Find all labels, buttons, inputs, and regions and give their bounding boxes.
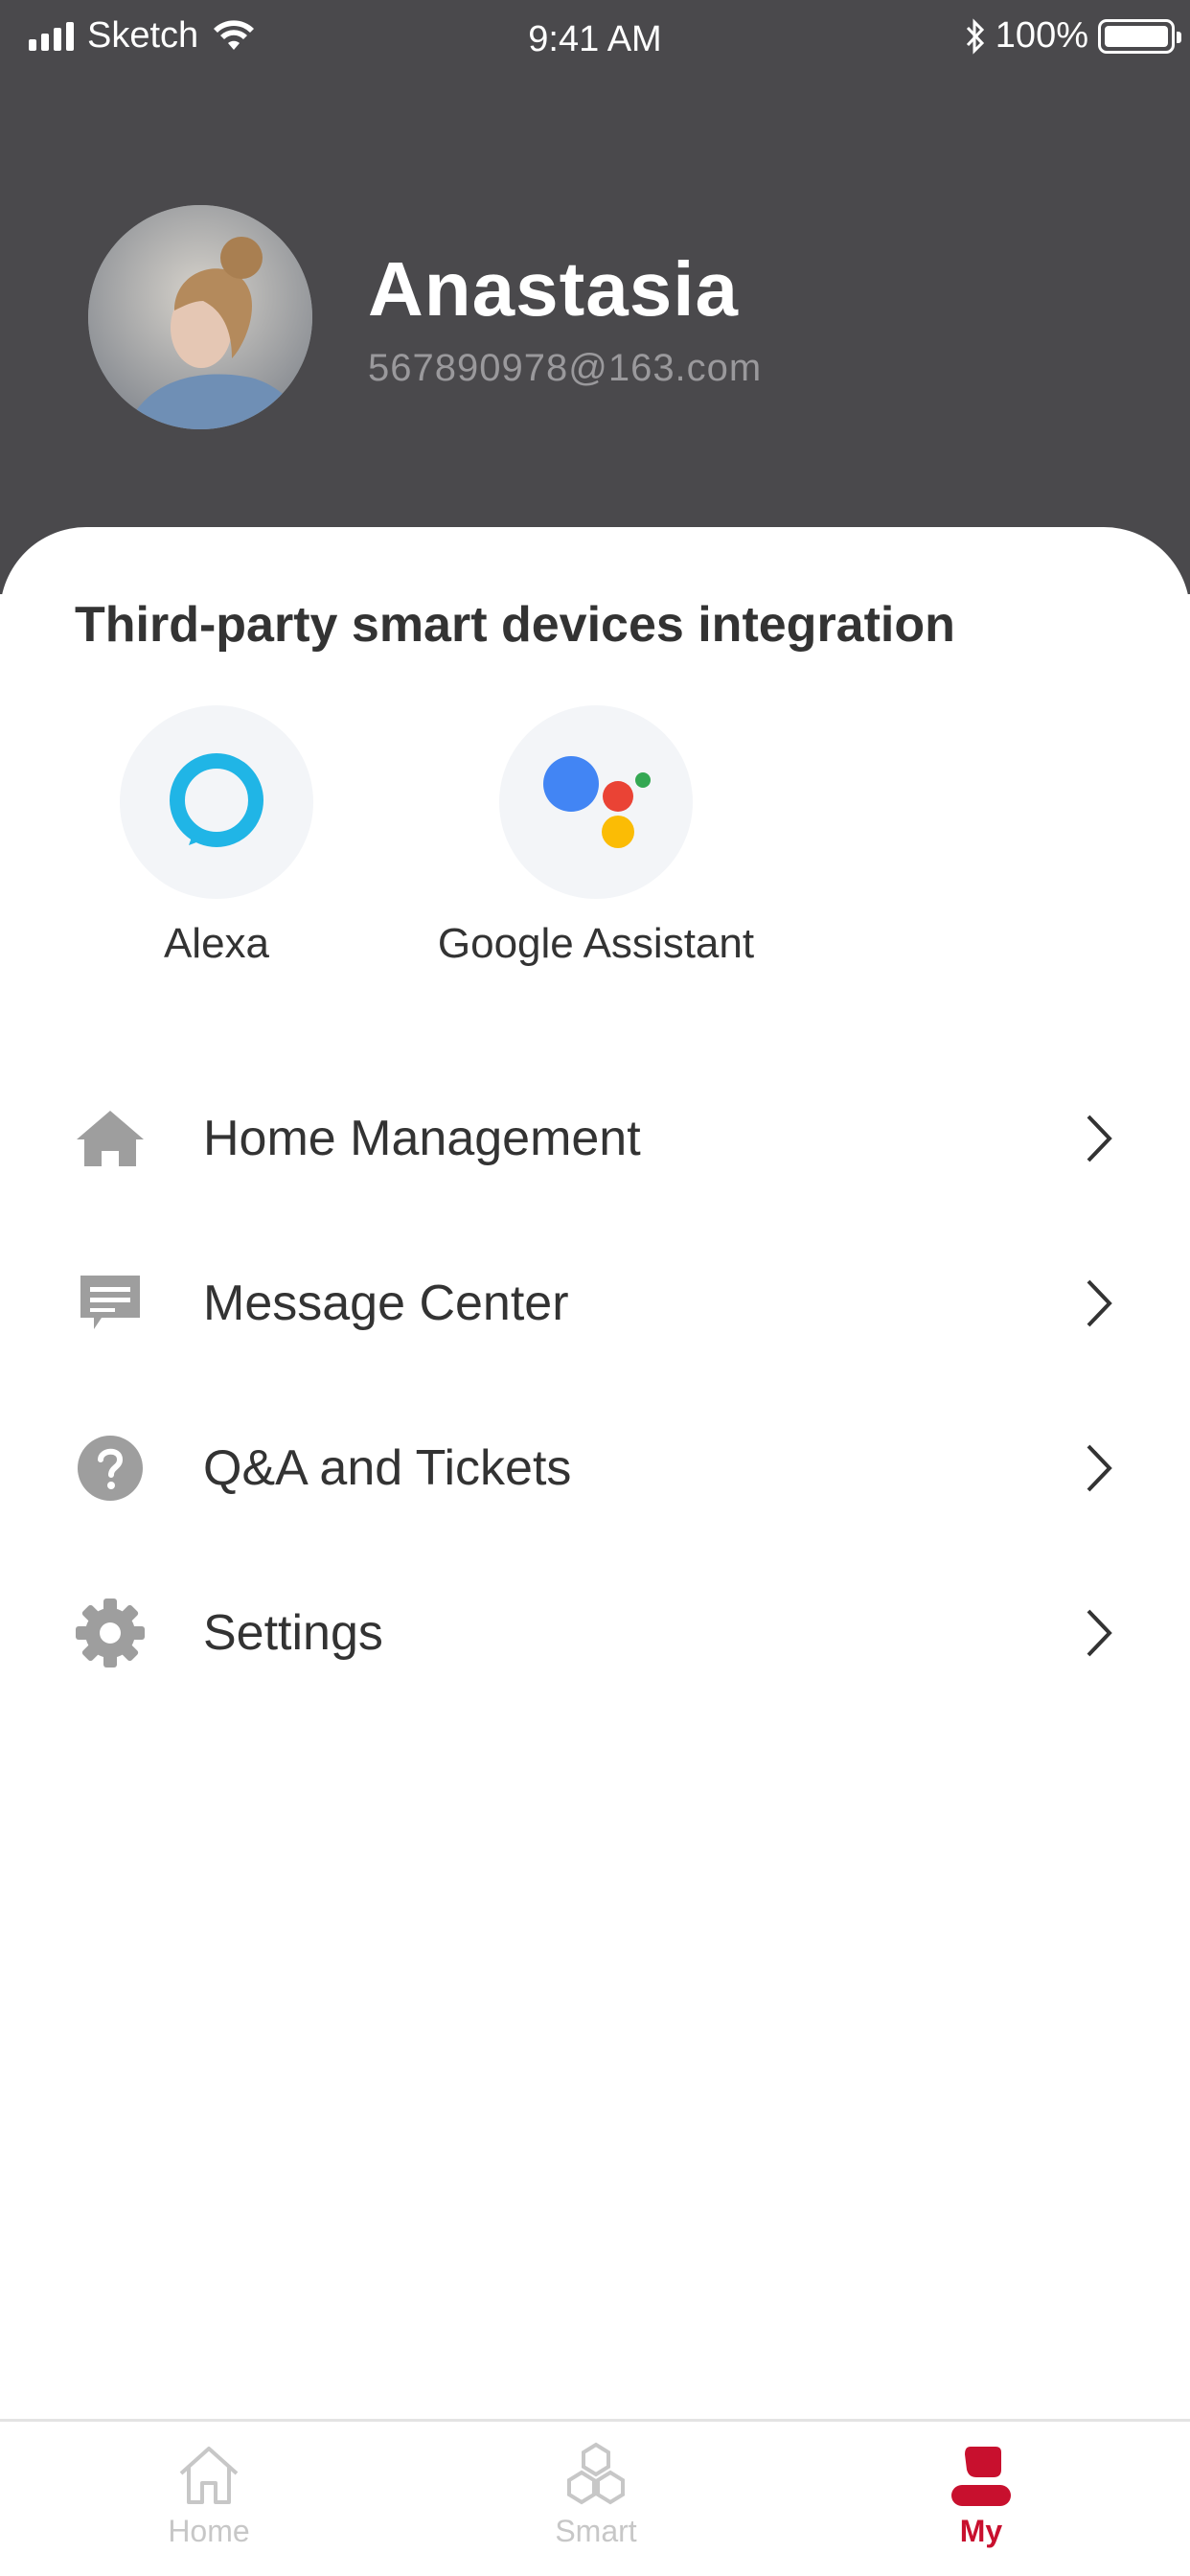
profile-header: Sketch 9:41 AM 100% Anastasia 567890978@… bbox=[0, 0, 1190, 594]
status-bar: Sketch 9:41 AM 100% bbox=[0, 0, 1190, 77]
tab-smart[interactable]: Smart bbox=[481, 2441, 711, 2549]
tab-label: My bbox=[959, 2514, 1003, 2548]
chevron-right-icon bbox=[1087, 1444, 1112, 1492]
tab-home[interactable]: Home bbox=[94, 2441, 324, 2549]
hexagons-icon bbox=[567, 2442, 625, 2505]
message-icon bbox=[80, 1276, 140, 1329]
home-outline-icon bbox=[179, 2447, 239, 2504]
menu-item-message-center[interactable]: Message Center bbox=[0, 1221, 1190, 1386]
chevron-right-icon bbox=[1087, 1115, 1112, 1162]
profile-name: Anastasia bbox=[368, 246, 739, 332]
avatar-photo bbox=[88, 205, 312, 429]
menu-item-label: Q&A and Tickets bbox=[203, 1440, 572, 1496]
tab-label: Smart bbox=[555, 2514, 637, 2548]
tab-bar: Home Smart My bbox=[0, 2419, 1190, 2576]
google-assistant-icon bbox=[499, 705, 693, 899]
chevron-right-icon bbox=[1087, 1609, 1112, 1657]
menu-item-qa-tickets[interactable]: Q&A and Tickets bbox=[0, 1386, 1190, 1551]
menu-item-label: Message Center bbox=[203, 1276, 569, 1331]
home-icon bbox=[77, 1111, 144, 1166]
gear-icon bbox=[76, 1598, 145, 1668]
integration-title: Third-party smart devices integration bbox=[75, 597, 955, 653]
tab-my[interactable]: My bbox=[866, 2441, 1096, 2549]
menu-item-label: Settings bbox=[203, 1605, 383, 1661]
menu-item-home-management[interactable]: Home Management bbox=[0, 1056, 1190, 1221]
menu-item-settings[interactable]: Settings bbox=[0, 1551, 1190, 1715]
menu-item-label: Home Management bbox=[203, 1111, 641, 1166]
battery-percent: 100% bbox=[995, 15, 1088, 56]
bluetooth-icon bbox=[966, 17, 984, 55]
person-icon bbox=[951, 2447, 1011, 2506]
avatar[interactable] bbox=[88, 205, 312, 429]
content-card: Third-party smart devices integration Al… bbox=[0, 527, 1190, 2420]
google-assistant-label: Google Assistant bbox=[437, 920, 755, 967]
battery-icon bbox=[1098, 18, 1181, 54]
tab-label: Home bbox=[168, 2514, 250, 2548]
alexa-icon bbox=[120, 705, 313, 899]
status-right: 100% bbox=[965, 15, 1181, 57]
alexa-label: Alexa bbox=[163, 920, 270, 967]
alexa-integration[interactable]: Alexa bbox=[34, 705, 399, 968]
google-assistant-integration[interactable]: Google Assistant bbox=[414, 705, 778, 968]
question-icon bbox=[78, 1436, 143, 1501]
profile-email: 567890978@163.com bbox=[368, 347, 763, 389]
chevron-right-icon bbox=[1087, 1279, 1112, 1327]
